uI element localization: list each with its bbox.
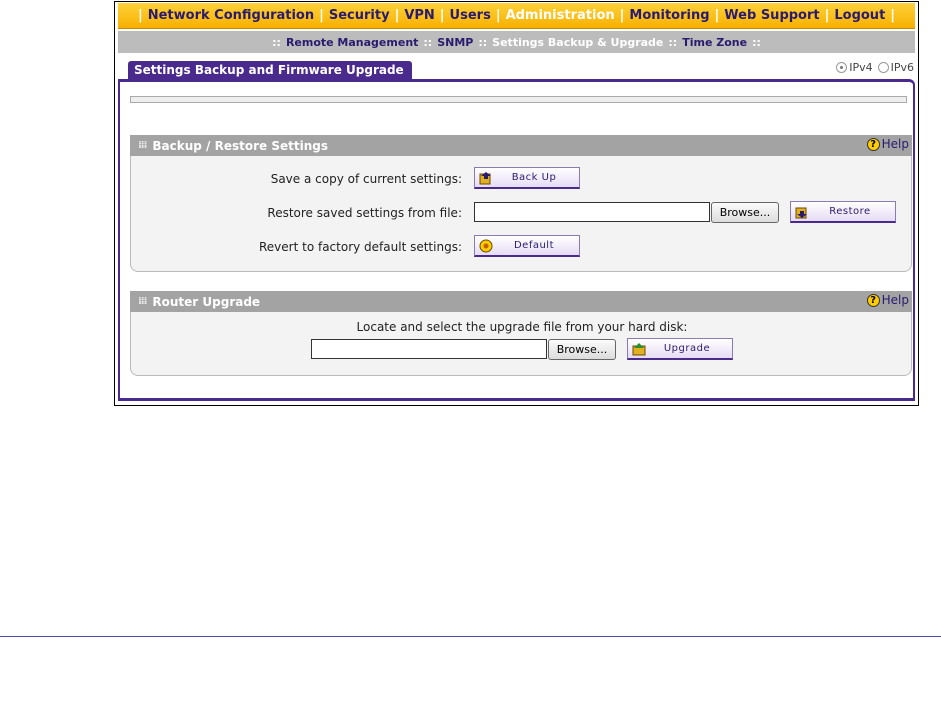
nav-users[interactable]: Users xyxy=(450,8,491,23)
default-button[interactable]: Default xyxy=(474,235,580,257)
restore-settings-label: Restore saved settings from file: xyxy=(267,206,462,220)
nav-separator: | xyxy=(619,8,625,23)
grip-icon: ⁞⁞⁞ xyxy=(138,296,147,307)
restore-browse-button[interactable]: Browse... xyxy=(711,202,779,223)
help-icon: ? xyxy=(866,137,880,151)
router-upgrade-title: Router Upgrade xyxy=(152,294,261,309)
backup-restore-header: ⁞⁞⁞ Backup / Restore Settings ? Help xyxy=(130,135,912,156)
subnav-separator: :: xyxy=(423,35,433,49)
backup-button[interactable]: Back Up xyxy=(474,167,580,189)
subnav-settings-backup-upgrade[interactable]: Settings Backup & Upgrade xyxy=(492,36,663,49)
ipv6-label: IPv6 xyxy=(890,61,914,74)
top-navigation-bar: | Network Configuration | Security | VPN… xyxy=(118,3,915,29)
subnav-separator: :: xyxy=(752,35,761,49)
ip-version-selector: IPv4 IPv6 xyxy=(836,61,914,74)
ipv6-radio[interactable] xyxy=(877,62,889,73)
sub-navigation-bar: :: Remote Management :: SNMP :: Settings… xyxy=(118,31,915,53)
backup-icon xyxy=(479,171,493,185)
nav-separator: | xyxy=(439,8,445,23)
save-settings-label: Save a copy of current settings: xyxy=(270,172,462,186)
nav-separator: | xyxy=(714,8,720,23)
nav-monitoring[interactable]: Monitoring xyxy=(629,8,709,23)
ipv4-radio[interactable] xyxy=(836,62,848,73)
revert-settings-label: Revert to factory default settings: xyxy=(259,240,462,254)
locate-file-label: Locate and select the upgrade file from … xyxy=(356,320,688,334)
backup-button-label: Back Up xyxy=(511,172,557,183)
upgrade-file-input[interactable] xyxy=(311,339,547,359)
nav-administration[interactable]: Administration xyxy=(506,8,615,23)
restore-icon xyxy=(795,205,809,219)
content-panel: ⁞⁞⁞ Backup / Restore Settings ? Help Sav… xyxy=(118,79,915,401)
nav-separator: | xyxy=(890,8,896,23)
upgrade-help-link[interactable]: ? Help xyxy=(866,293,909,307)
backup-help-link[interactable]: ? Help xyxy=(866,137,909,151)
backup-help-label: Help xyxy=(881,137,909,151)
router-upgrade-header: ⁞⁞⁞ Router Upgrade ? Help xyxy=(130,291,912,312)
default-icon xyxy=(479,239,493,253)
help-icon: ? xyxy=(866,293,880,307)
ipv4-label: IPv4 xyxy=(849,61,873,74)
nav-separator: | xyxy=(824,8,830,23)
nav-separator: | xyxy=(319,8,324,23)
subnav-separator: :: xyxy=(478,35,488,49)
nav-logout[interactable]: Logout xyxy=(834,8,885,23)
router-admin-window: | Network Configuration | Security | VPN… xyxy=(114,1,919,406)
subnav-separator: :: xyxy=(668,35,678,49)
nav-separator: | xyxy=(495,8,501,23)
backup-restore-section: ⁞⁞⁞ Backup / Restore Settings ? Help Sav… xyxy=(130,135,912,272)
upgrade-help-label: Help xyxy=(881,293,909,307)
grip-icon: ⁞⁞⁞ xyxy=(138,140,147,151)
upgrade-icon xyxy=(632,342,646,356)
nav-web-support[interactable]: Web Support xyxy=(724,8,819,23)
nav-vpn[interactable]: VPN xyxy=(404,8,434,23)
restore-button-label: Restore xyxy=(829,206,871,217)
page-divider xyxy=(0,636,941,637)
default-button-label: Default xyxy=(513,240,555,251)
upgrade-button-label: Upgrade xyxy=(663,343,711,354)
nav-separator: | xyxy=(137,8,143,23)
nav-security[interactable]: Security xyxy=(329,8,390,23)
nav-separator: | xyxy=(394,8,400,23)
subnav-time-zone[interactable]: Time Zone xyxy=(682,36,747,49)
restore-button[interactable]: Restore xyxy=(790,201,896,223)
subnav-remote-management[interactable]: Remote Management xyxy=(286,36,418,49)
progress-bar xyxy=(130,96,907,103)
page-title-tab: Settings Backup and Firmware Upgrade xyxy=(128,61,412,79)
backup-restore-title: Backup / Restore Settings xyxy=(152,138,328,153)
upgrade-browse-button[interactable]: Browse... xyxy=(548,339,616,360)
router-upgrade-section: ⁞⁞⁞ Router Upgrade ? Help Locate and sel… xyxy=(130,291,912,376)
restore-file-input[interactable] xyxy=(474,202,710,222)
nav-network-configuration[interactable]: Network Configuration xyxy=(148,8,314,23)
upgrade-button[interactable]: Upgrade xyxy=(627,338,733,360)
subnav-snmp[interactable]: SNMP xyxy=(437,36,473,49)
subnav-separator: :: xyxy=(272,35,281,49)
